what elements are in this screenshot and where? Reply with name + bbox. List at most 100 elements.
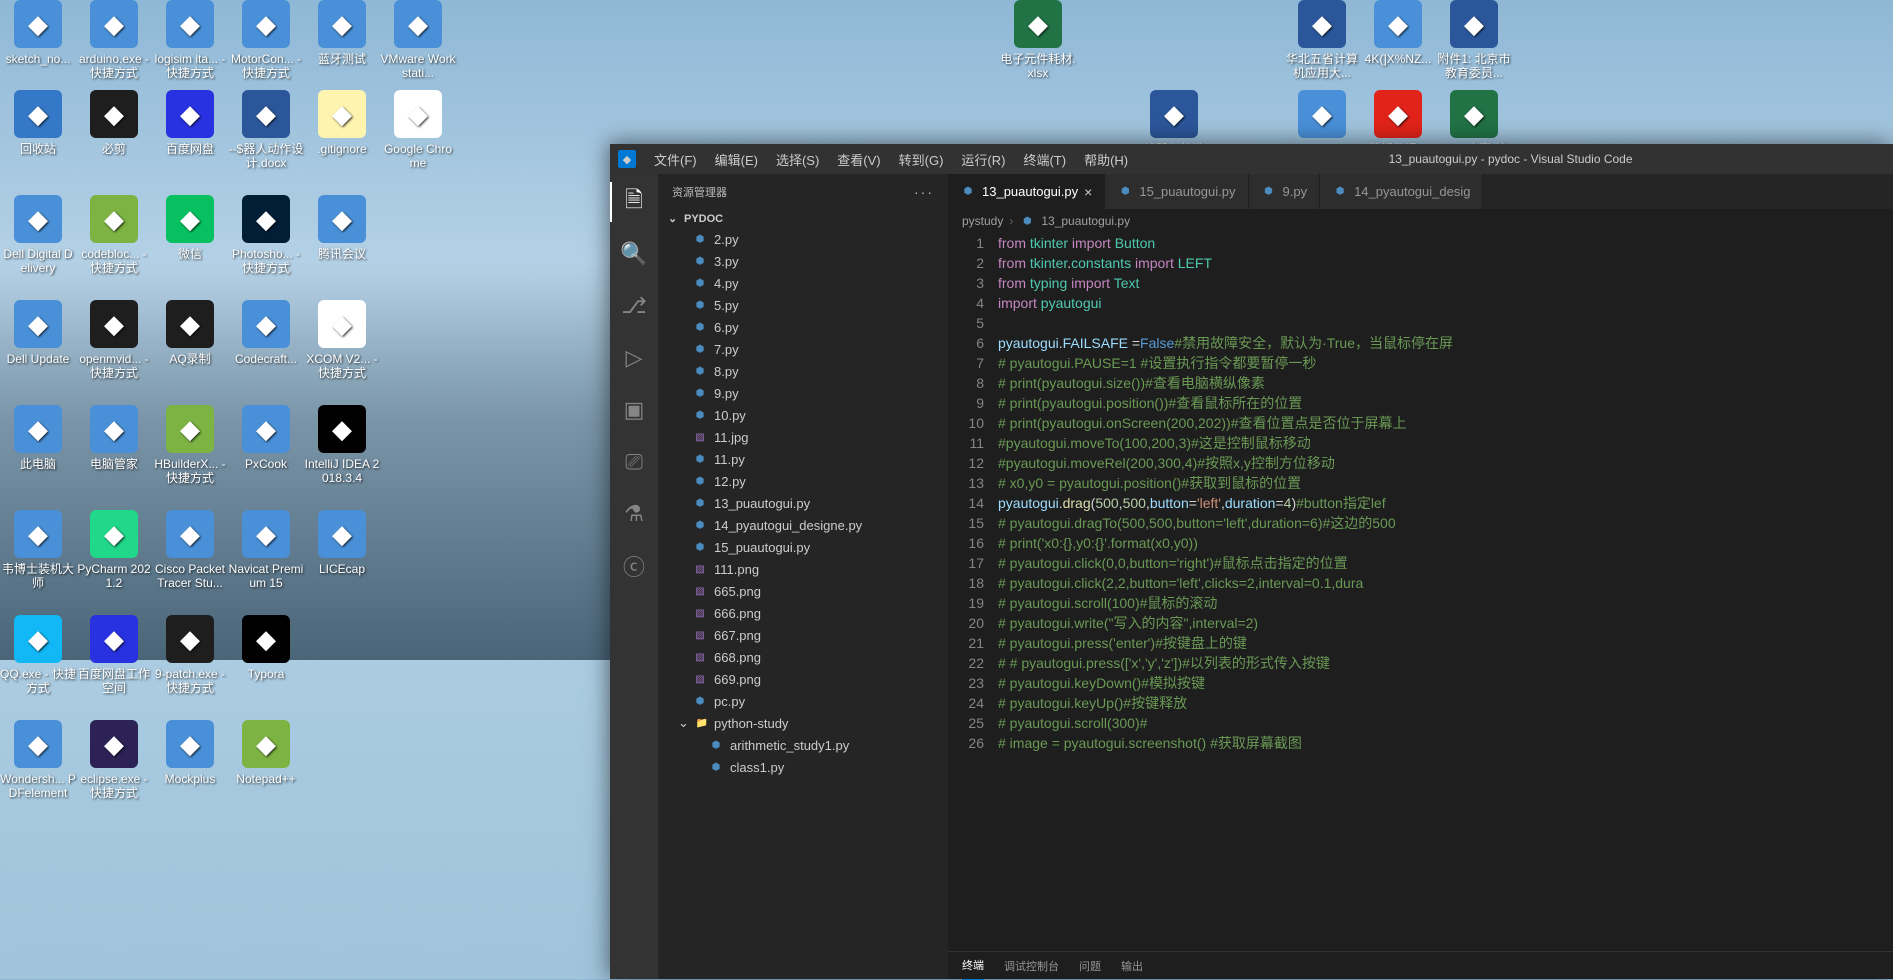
menu-item[interactable]: 帮助(H) [1076,146,1136,173]
sidebar-more-icon[interactable]: ··· [914,184,934,200]
debug-icon[interactable]: ▷ [610,338,658,378]
code-line[interactable]: # pyautogui.scroll(300)# [998,713,1893,733]
desktop-icon[interactable]: ◆MotorCon... - 快捷方式 [228,0,304,81]
file-item[interactable]: ▨11.jpg [658,426,948,448]
panel-tab[interactable]: 调试控制台 [1004,952,1059,980]
code-line[interactable]: # pyautogui.click(0,0,button='right')#鼠标… [998,553,1893,573]
desktop-icon[interactable]: ◆eclipse.exe - 快捷方式 [76,720,152,801]
desktop-icon[interactable]: ◆必剪 [76,90,152,156]
file-item[interactable]: ⬢14_pyautogui_designe.py [658,514,948,536]
desktop-icon[interactable]: ◆Typora [228,615,304,681]
desktop-icon[interactable]: ◆Photosho... - 快捷方式 [228,195,304,276]
root-folder[interactable]: ⌄PYDOC [658,209,948,228]
file-item[interactable]: ⬢9.py [658,382,948,404]
desktop-icon[interactable]: ◆arduino.exe - 快捷方式 [76,0,152,81]
explorer-icon[interactable]: 🗎 [610,182,658,222]
desktop-icon[interactable]: ◆华北五省计算机应用大... [1284,0,1360,81]
testing-icon[interactable]: ⚗ [610,494,658,534]
desktop-icon[interactable]: ◆.gitignore [304,90,380,156]
menu-item[interactable]: 终端(T) [1015,146,1074,173]
code-line[interactable]: pyautogui.FAILSAFE =False#禁用故障安全，默认为·Tru… [998,333,1893,353]
code-editor[interactable]: 1234567891011121314151617181920212223242… [948,233,1893,951]
code-line[interactable]: # # pyautogui.press(['x','y','z'])#以列表的形… [998,653,1893,673]
file-item[interactable]: ⬢pc.py [658,690,948,712]
file-item[interactable]: ▨665.png [658,580,948,602]
editor-tab[interactable]: ⬢14_pyautogui_desig [1320,174,1483,209]
file-item[interactable]: ▨668.png [658,646,948,668]
code-line[interactable]: # pyautogui.dragTo(500,500,button='left'… [998,513,1893,533]
menu-item[interactable]: 编辑(E) [707,146,766,173]
desktop-icon[interactable]: ◆HBuilderX... - 快捷方式 [152,405,228,486]
code-line[interactable]: pyautogui.drag(500,500,button='left',dur… [998,493,1893,513]
desktop-icon[interactable]: ◆腾讯会议 [304,195,380,261]
editor-tab[interactable]: ⬢13_puautogui.py× [948,174,1105,209]
desktop-icon[interactable]: ◆附件1: 北京市教育委员... [1436,0,1512,81]
file-item[interactable]: ⬢4.py [658,272,948,294]
folder-python-study[interactable]: ⌄📁python-study [658,712,948,734]
desktop-icon[interactable]: ◆XCOM V2... - 快捷方式 [304,300,380,381]
code-line[interactable]: #pyautogui.moveTo(100,200,3)#这是控制鼠标移动 [998,433,1893,453]
breadcrumb[interactable]: pystudy› ⬢ 13_puautogui.py [948,209,1893,233]
file-item[interactable]: ⬢11.py [658,448,948,470]
desktop-icon[interactable]: ◆PyCharm 2021.2 [76,510,152,591]
desktop-icon[interactable]: ◆9-patch.exe - 快捷方式 [152,615,228,696]
panel-tab[interactable]: 输出 [1121,952,1143,980]
extensions-icon[interactable]: ▣ [610,390,658,430]
code-line[interactable]: from tkinter import Button [998,233,1893,253]
desktop-icon[interactable]: ◆Dell Update [0,300,76,366]
file-item[interactable]: ⬢10.py [658,404,948,426]
desktop-icon[interactable]: ◆蓝牙测试 [304,0,380,66]
file-item[interactable]: ⬢5.py [658,294,948,316]
desktop-icon[interactable]: ◆电子元件耗材.xlsx [1000,0,1076,81]
menu-item[interactable]: 转到(G) [891,146,952,173]
desktop-icon[interactable]: ◆百度网盘 [152,90,228,156]
desktop-icon[interactable]: ◆QQ.exe - 快捷方式 [0,615,76,696]
code-line[interactable]: # image = pyautogui.screenshot() #获取屏幕截图 [998,733,1893,753]
menu-item[interactable]: 运行(R) [953,146,1013,173]
editor-tab[interactable]: ⬢15_puautogui.py [1105,174,1248,209]
search-icon[interactable]: 🔍 [610,234,658,274]
desktop-icon[interactable]: ◆codebloc... - 快捷方式 [76,195,152,276]
code-line[interactable]: # pyautogui.press('enter')#按键盘上的键 [998,633,1893,653]
menu-item[interactable]: 选择(S) [768,146,827,173]
desktop-icon[interactable]: ◆Navicat Premium 15 [228,510,304,591]
desktop-icon[interactable]: ◆此电脑 [0,405,76,471]
file-item[interactable]: ⬢7.py [658,338,948,360]
code-line[interactable]: #pyautogui.moveRel(200,300,4)#按照x,y控制方位移… [998,453,1893,473]
editor-tab[interactable]: ⬢9.py [1249,174,1321,209]
desktop-icon[interactable]: ◆韦博士装机大师 [0,510,76,591]
desktop-icon[interactable]: ◆LICEcap [304,510,380,576]
code-line[interactable]: # pyautogui.write("写入的内容",interval=2) [998,613,1893,633]
desktop-icon[interactable]: ◆PxCook [228,405,304,471]
code-line[interactable]: # pyautogui.PAUSE=1 #设置执行指令都要暂停一秒 [998,353,1893,373]
menu-item[interactable]: 查看(V) [829,146,888,173]
code-line[interactable]: # pyautogui.keyDown()#模拟按键 [998,673,1893,693]
desktop-icon[interactable]: ◆回收站 [0,90,76,156]
file-item[interactable]: ⬢3.py [658,250,948,272]
desktop-icon[interactable]: ◆Notepad++ [228,720,304,786]
file-item[interactable]: ⬢12.py [658,470,948,492]
code-line[interactable]: # print('x0:{},y0:{}'.format(x0,y0)) [998,533,1893,553]
panel-tab[interactable]: 终端 [962,951,984,980]
code-line[interactable] [998,313,1893,333]
desktop-icon[interactable]: ◆Dell Digital Delivery [0,195,76,276]
desktop-icon[interactable]: ◆电脑管家 [76,405,152,471]
desktop-icon[interactable]: ◆Google Chrome [380,90,456,171]
close-icon[interactable]: × [1084,184,1092,200]
desktop-icon[interactable]: ◆openmvid... - 快捷方式 [76,300,152,381]
desktop-icon[interactable]: ◆微信 [152,195,228,261]
desktop-icon[interactable]: ◆百度网盘工作空间 [76,615,152,696]
file-item[interactable]: ▨667.png [658,624,948,646]
code-line[interactable]: import pyautogui [998,293,1893,313]
desktop-icon[interactable]: ◆4K(]X%NZ... [1360,0,1436,66]
code-line[interactable]: # print(pyautogui.position())#查看鼠标所在的位置 [998,393,1893,413]
code-line[interactable]: # pyautogui.keyUp()#按键释放 [998,693,1893,713]
desktop-icon[interactable]: ◆Mockplus [152,720,228,786]
code-line[interactable]: # print(pyautogui.size())#查看电脑横纵像素 [998,373,1893,393]
git-icon[interactable]: ⎇ [610,286,658,326]
remote-icon[interactable]: ⎚ [610,442,658,482]
code-line[interactable]: # pyautogui.scroll(100)#鼠标的滚动 [998,593,1893,613]
desktop-icon[interactable]: ◆logisim ita... - 快捷方式 [152,0,228,81]
file-item[interactable]: ▨111.png [658,558,948,580]
file-item[interactable]: ▨666.png [658,602,948,624]
